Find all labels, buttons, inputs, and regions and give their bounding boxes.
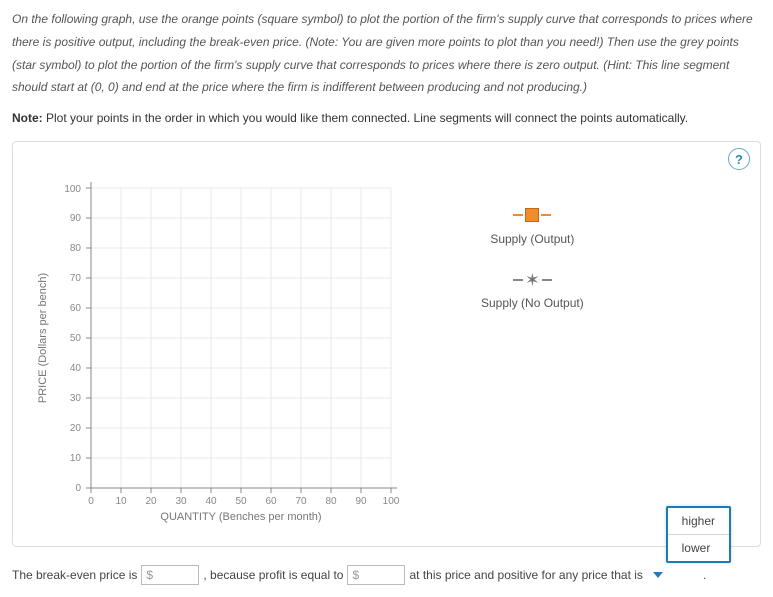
y-tick-label: 40 <box>70 363 82 374</box>
note-line: Note: Plot your points in the order in w… <box>12 109 761 127</box>
legend-item-no-output[interactable]: ✶ Supply (No Output) <box>481 274 584 310</box>
dropdown-option-lower[interactable]: lower <box>668 535 729 561</box>
x-axis-label: QUANTITY (Benches per month) <box>160 511 321 523</box>
breakeven-price-input[interactable]: $ <box>141 565 199 585</box>
y-tick-label: 90 <box>70 213 82 224</box>
chevron-down-icon <box>653 572 663 578</box>
legend-label-no-output: Supply (No Output) <box>481 296 584 310</box>
profit-value-input[interactable]: $ <box>347 565 405 585</box>
dropdown-option-higher[interactable]: higher <box>668 508 729 535</box>
y-ticks <box>86 188 91 488</box>
y-axis-label: PRICE (Dollars per bench) <box>37 273 49 403</box>
fill-text-3: at this price and positive for any price… <box>409 568 642 582</box>
x-tick-label: 30 <box>175 496 187 507</box>
y-tick-label: 70 <box>70 273 82 284</box>
square-point-icon[interactable] <box>513 208 551 222</box>
x-tick-label: 70 <box>295 496 307 507</box>
x-tick-label: 20 <box>145 496 157 507</box>
chart-plot-area[interactable]: 0 10 20 30 40 50 60 70 80 90 100 0 10 20… <box>21 178 441 538</box>
note-text: Plot your points in the order in which y… <box>43 111 688 125</box>
x-tick-label: 50 <box>235 496 247 507</box>
dropdown-options-popup: higher lower <box>666 506 731 563</box>
x-tick-label: 100 <box>383 496 400 507</box>
higher-lower-dropdown[interactable] <box>647 572 697 578</box>
star-point-icon[interactable]: ✶ <box>513 274 552 286</box>
fill-in-row: The break-even price is $ , because prof… <box>12 565 761 585</box>
y-tick-label: 30 <box>70 393 82 404</box>
x-tick-label: 40 <box>205 496 217 507</box>
instructions-text: On the following graph, use the orange p… <box>12 8 761 99</box>
graph-container: ? <box>12 141 761 547</box>
legend-item-output[interactable]: Supply (Output) <box>481 208 584 246</box>
x-ticks <box>91 488 391 493</box>
x-tick-label: 60 <box>265 496 277 507</box>
y-tick-label: 0 <box>75 483 81 494</box>
note-prefix: Note: <box>12 111 43 125</box>
y-tick-label: 80 <box>70 243 82 254</box>
x-tick-label: 90 <box>355 496 367 507</box>
y-tick-label: 100 <box>64 184 81 195</box>
chart-legend: Supply (Output) ✶ Supply (No Output) <box>481 178 584 338</box>
y-tick-label: 20 <box>70 423 82 434</box>
chart-grid <box>91 188 391 488</box>
x-tick-label: 0 <box>88 496 94 507</box>
y-tick-label: 50 <box>70 333 82 344</box>
legend-label-output: Supply (Output) <box>490 232 574 246</box>
fill-period: . <box>703 568 706 582</box>
y-tick-label: 10 <box>70 453 82 464</box>
x-tick-label: 10 <box>115 496 127 507</box>
x-tick-label: 80 <box>325 496 337 507</box>
fill-text-1: The break-even price is <box>12 568 137 582</box>
graph-inner: 0 10 20 30 40 50 60 70 80 90 100 0 10 20… <box>21 150 752 538</box>
y-tick-label: 60 <box>70 303 82 314</box>
fill-text-2: , because profit is equal to <box>203 568 343 582</box>
